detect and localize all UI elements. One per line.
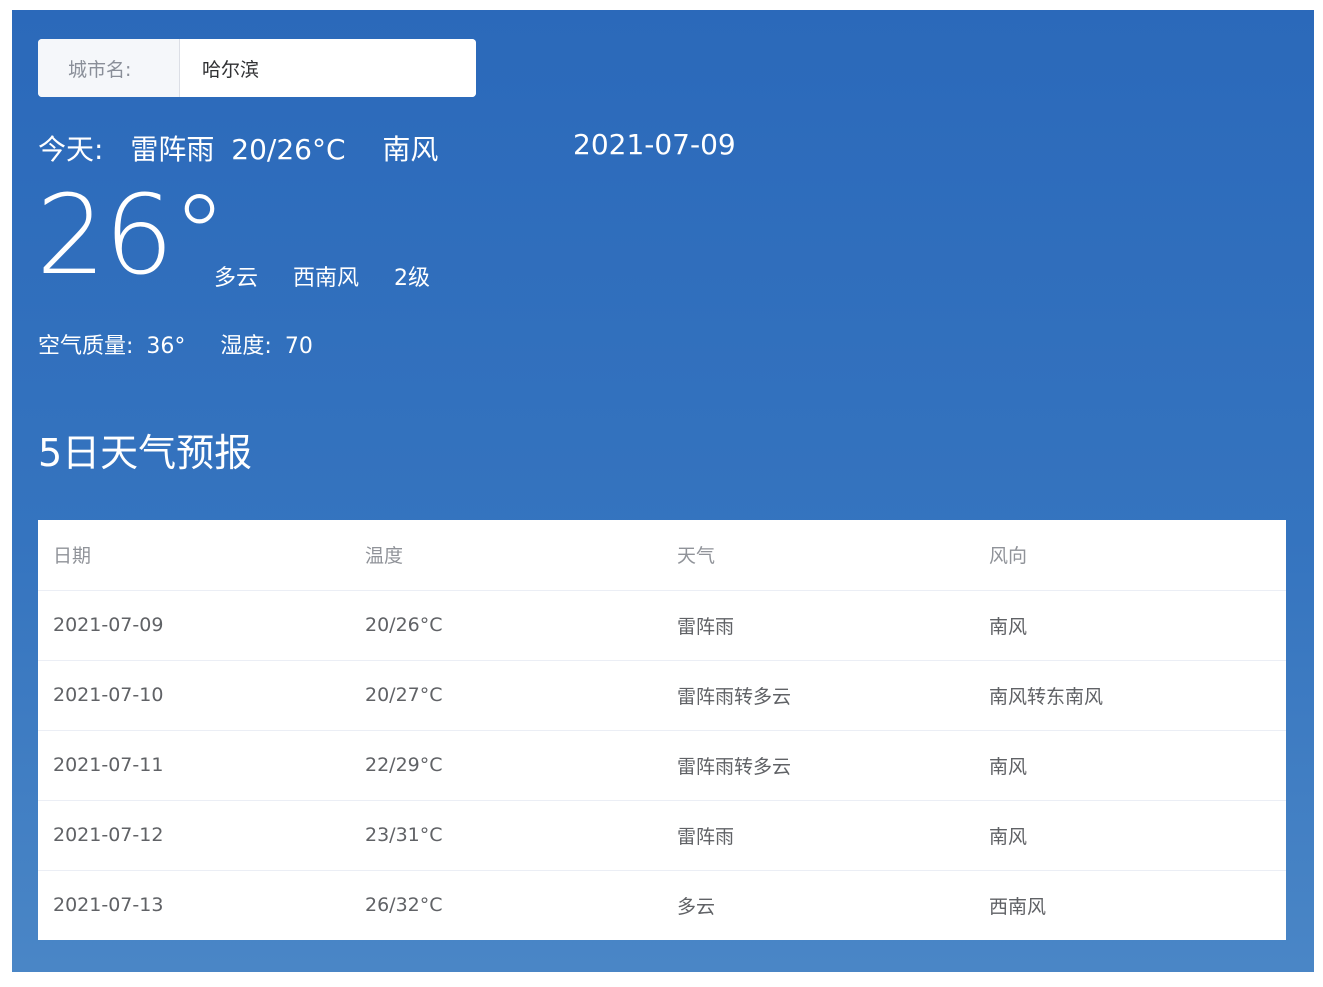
- column-header-date: 日期: [38, 520, 350, 591]
- table-header-row: 日期 温度 天气 风向: [38, 520, 1286, 591]
- current-weather: 多云: [214, 266, 259, 291]
- cell-wind: 南风: [974, 730, 1286, 801]
- table-row: 2021-07-12 23/31°C 雷阵雨 南风: [38, 800, 1286, 871]
- forecast-table: 日期 温度 天气 风向 2021-07-09 20/26°C 雷阵雨 南风 20…: [38, 520, 1286, 940]
- cell-weather: 雷阵雨: [662, 800, 974, 871]
- cell-temperature: 26/32°C: [365, 894, 443, 917]
- cell-wind: 南风转东南风: [974, 660, 1286, 731]
- today-date: 2021-07-09: [573, 128, 736, 161]
- cell-date: 2021-07-12: [38, 800, 350, 871]
- table-row: 2021-07-10 20/27°C 雷阵雨转多云 南风转东南风: [38, 660, 1286, 731]
- cell-wind: 南风: [974, 800, 1286, 871]
- column-header-weather: 天气: [662, 520, 974, 591]
- cell-date: 2021-07-13: [53, 894, 164, 917]
- city-input[interactable]: [180, 39, 476, 97]
- city-search: 城市名:: [38, 39, 476, 97]
- cell-date: 2021-07-09: [38, 590, 350, 661]
- air-info: 空气质量: 36° 湿度: 70: [38, 328, 313, 360]
- cell-temperature: 22/29°C: [350, 730, 662, 801]
- table-row: 2021-07-09 20/26°C 雷阵雨 南风: [38, 590, 1286, 661]
- today-label: 今天:: [38, 133, 104, 166]
- today-wind: 南风: [382, 133, 439, 166]
- cell-date: 2021-07-11: [38, 730, 350, 801]
- weather-panel: 城市名: 今天: 雷阵雨 20/26°C 南风 2021-07-09 26° 多…: [12, 10, 1314, 972]
- today-temp-range: 20/26°C: [231, 133, 346, 166]
- column-header-temperature: 温度: [350, 520, 662, 591]
- current-conditions: 多云 西南风 2级: [214, 260, 458, 292]
- table-row: 2021-07-11 22/29°C 雷阵雨转多云 南风: [38, 730, 1286, 801]
- current-temperature: 26°: [36, 171, 227, 299]
- column-header-wind: 风向: [974, 520, 1286, 591]
- table-row: 2021-07-13 26/32°C 多云 西南风: [38, 870, 1286, 940]
- air-quality-label: 空气质量:: [38, 334, 134, 359]
- city-input-prefix: 城市名:: [38, 39, 180, 97]
- today-summary: 今天: 雷阵雨 20/26°C 南风: [38, 128, 438, 168]
- current-wind-level: 2级: [394, 266, 431, 291]
- cell-wind: 西南风: [989, 895, 1047, 918]
- cell-date: 2021-07-10: [38, 660, 350, 731]
- cell-temperature: 23/31°C: [350, 800, 662, 871]
- humidity-label: 湿度:: [220, 334, 272, 359]
- humidity-value: 70: [284, 334, 313, 359]
- cell-temperature: 20/26°C: [350, 590, 662, 661]
- cell-weather: 雷阵雨转多云: [662, 730, 974, 801]
- forecast-title: 5日天气预报: [38, 431, 253, 475]
- air-quality-value: 36°: [146, 334, 186, 359]
- cell-weather: 多云: [677, 895, 716, 918]
- cell-wind: 南风: [974, 590, 1286, 661]
- current-wind-direction: 西南风: [293, 266, 360, 291]
- today-weather: 雷阵雨: [130, 133, 215, 166]
- cell-weather: 雷阵雨: [662, 590, 974, 661]
- cell-temperature: 20/27°C: [350, 660, 662, 731]
- cell-weather: 雷阵雨转多云: [662, 660, 974, 731]
